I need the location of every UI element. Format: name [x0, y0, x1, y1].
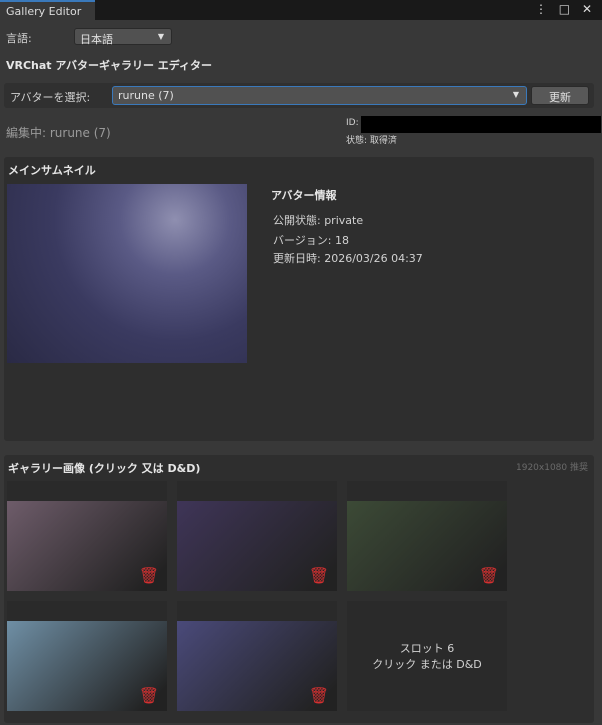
- language-value: 日本語: [80, 33, 113, 46]
- page-title: VRChat アバターギャラリー エディター: [6, 59, 213, 72]
- more-menu-icon[interactable]: ⋮: [535, 2, 551, 16]
- avatar-value: rurune (7): [118, 89, 174, 102]
- trash-icon[interactable]: 🗑: [309, 566, 329, 585]
- id-redacted: [361, 116, 601, 133]
- gallery-slot[interactable]: 🗑: [177, 601, 337, 711]
- language-dropdown[interactable]: 日本語 ▼: [74, 28, 172, 46]
- avatar-info-heading: アバター情報: [271, 189, 337, 202]
- gallery-slot[interactable]: 🗑: [7, 601, 167, 711]
- gallery-slot[interactable]: 🗑: [347, 481, 507, 591]
- avatar-dropdown[interactable]: rurune (7) ▼: [112, 86, 527, 105]
- version-text: バージョン: 18: [273, 234, 349, 247]
- chevron-down-icon: ▼: [512, 90, 519, 99]
- close-icon[interactable]: ✕: [582, 2, 596, 16]
- gallery-slot[interactable]: 🗑: [177, 481, 337, 591]
- trash-icon[interactable]: 🗑: [139, 686, 159, 705]
- gallery-slot[interactable]: 🗑: [7, 481, 167, 591]
- editing-label: 編集中: rurune (7): [6, 126, 111, 140]
- trash-icon[interactable]: 🗑: [479, 566, 499, 585]
- trash-icon[interactable]: 🗑: [309, 686, 329, 705]
- language-label: 言語:: [6, 32, 32, 45]
- tab-gallery-editor[interactable]: Gallery Editor: [0, 0, 95, 20]
- maximize-icon[interactable]: □: [559, 2, 574, 16]
- visibility-text: 公開状態: private: [273, 214, 364, 227]
- gallery-heading: ギャラリー画像 (クリック 又は D&D): [8, 462, 201, 475]
- tab-bar: Gallery Editor ⋮ □ ✕: [0, 0, 602, 20]
- gallery-slot-empty[interactable]: スロット 6 クリック または D&D: [347, 601, 507, 711]
- trash-icon[interactable]: 🗑: [139, 566, 159, 585]
- slot-sub: クリック または D&D: [372, 658, 482, 671]
- chevron-down-icon: ▼: [157, 32, 164, 41]
- avatar-select-label: アバターを選択:: [10, 91, 91, 104]
- status-text: 状態: 取得済: [346, 136, 397, 146]
- refresh-button[interactable]: 更新: [531, 86, 589, 105]
- updated-text: 更新日時: 2026/03/26 04:37: [273, 252, 423, 265]
- gallery-hint: 1920x1080 推奨: [516, 463, 588, 473]
- main-thumbnail-image[interactable]: [7, 184, 247, 363]
- id-label: ID:: [346, 118, 359, 128]
- slot-title: スロット 6: [399, 642, 455, 655]
- main-thumb-heading: メインサムネイル: [8, 164, 96, 177]
